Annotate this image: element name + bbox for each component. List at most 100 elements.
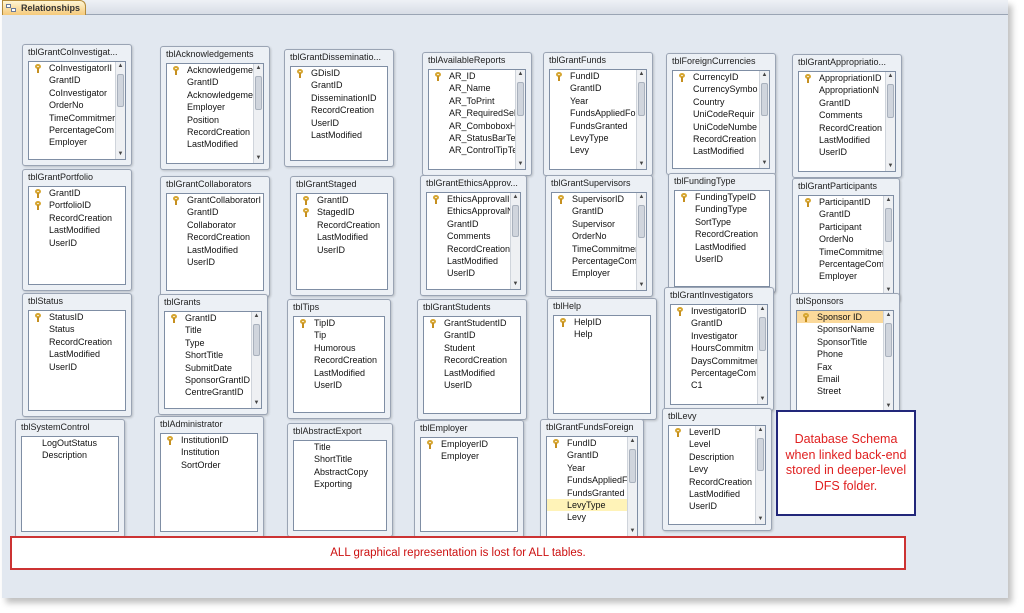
- field-row[interactable]: ShortTitle: [165, 349, 251, 361]
- field-row[interactable]: Country: [673, 96, 759, 108]
- scroll-down-icon[interactable]: ▼: [252, 399, 261, 408]
- field-row[interactable]: StatusID: [29, 311, 125, 323]
- field-row[interactable]: OrderNo: [29, 99, 115, 111]
- field-row[interactable]: GrantID: [29, 74, 115, 86]
- field-row[interactable]: TimeCommitmer: [29, 112, 115, 124]
- table-tblfundingtype[interactable]: tblFundingType FundingTypeID FundingType So…: [668, 173, 776, 293]
- field-row[interactable]: UserID: [29, 237, 125, 249]
- field-row[interactable]: Acknowledgeme: [167, 64, 253, 76]
- field-row[interactable]: LastModified: [669, 488, 755, 500]
- scroll-up-icon[interactable]: ▲: [884, 196, 893, 205]
- vertical-scrollbar[interactable]: ▲ ▼: [883, 311, 893, 411]
- field-row[interactable]: AR_ToPrint: [429, 95, 515, 107]
- field-row[interactable]: Year: [547, 462, 627, 474]
- scroll-thumb[interactable]: [117, 74, 124, 107]
- vertical-scrollbar[interactable]: ▲ ▼: [636, 70, 646, 169]
- field-row[interactable]: CurrencyID: [673, 71, 759, 83]
- table-title[interactable]: tblTips: [288, 300, 390, 316]
- scroll-up-icon[interactable]: ▲: [516, 70, 525, 79]
- field-row[interactable]: C1: [671, 379, 757, 391]
- table-title[interactable]: tblGrantFunds: [544, 53, 652, 69]
- field-row[interactable]: LevyType: [550, 132, 636, 144]
- field-row[interactable]: GrantID: [799, 97, 885, 109]
- field-row[interactable]: FundingTypeID: [675, 191, 769, 203]
- field-row[interactable]: OrderNo: [552, 230, 636, 242]
- field-row[interactable]: CentreGrantID: [165, 386, 251, 398]
- field-row[interactable]: Comments: [427, 230, 510, 242]
- field-row[interactable]: GrantID: [550, 82, 636, 94]
- scroll-down-icon[interactable]: ▼: [760, 159, 769, 168]
- field-row[interactable]: UserID: [297, 244, 387, 256]
- field-row[interactable]: AR_RequiredSel: [429, 107, 515, 119]
- field-row[interactable]: GrantID: [552, 205, 636, 217]
- scroll-thumb[interactable]: [885, 323, 892, 357]
- field-row[interactable]: FundsAppliedF: [547, 474, 627, 486]
- field-list[interactable]: SupervisorID GrantID Supervisor OrderNo Time…: [551, 192, 647, 291]
- field-row[interactable]: Employer: [29, 136, 115, 148]
- relationships-tab[interactable]: Relationships: [2, 0, 86, 15]
- field-row[interactable]: RecordCreation: [29, 212, 125, 224]
- field-list[interactable]: GDisID GrantID DisseminationID RecordCreati…: [290, 66, 388, 161]
- table-title[interactable]: tblAdministrator: [155, 417, 263, 433]
- field-row[interactable]: RecordCreation: [424, 354, 520, 366]
- field-row[interactable]: CoInvestigator: [29, 87, 115, 99]
- scroll-up-icon[interactable]: ▲: [254, 64, 263, 73]
- field-row[interactable]: Help: [554, 328, 650, 340]
- table-tblemployer[interactable]: tblEmployer EmployerID Employer: [414, 420, 524, 538]
- table-title[interactable]: tblGrantAppropriatio...: [793, 55, 901, 71]
- table-title[interactable]: tblGrantStaged: [291, 177, 393, 193]
- field-row[interactable]: Tip: [294, 329, 384, 341]
- field-row[interactable]: TimeCommitmer: [552, 243, 636, 255]
- field-row[interactable]: EthicsApprovalI: [427, 193, 510, 205]
- table-title[interactable]: tblGrantCoInvestigat...: [23, 45, 131, 61]
- field-row[interactable]: Phone: [797, 348, 883, 360]
- field-row[interactable]: CurrencySymbo: [673, 83, 759, 95]
- field-row[interactable]: Institution: [161, 446, 257, 458]
- field-row[interactable]: AbstractCopy: [294, 466, 386, 478]
- field-row[interactable]: Street: [797, 385, 883, 397]
- field-row[interactable]: LastModified: [424, 367, 520, 379]
- field-row[interactable]: GrantID: [427, 218, 510, 230]
- field-row[interactable]: PercentageCom: [29, 124, 115, 136]
- field-row[interactable]: Participant: [799, 221, 883, 233]
- vertical-scrollbar[interactable]: ▲ ▼: [759, 71, 769, 168]
- field-row[interactable]: RecordCreation: [167, 231, 263, 243]
- table-tblgrantdisseminatio[interactable]: tblGrantDisseminatio... GDisID GrantID Diss…: [284, 49, 394, 167]
- field-row[interactable]: Humorous: [294, 342, 384, 354]
- field-row[interactable]: DaysCommitmer: [671, 355, 757, 367]
- field-row[interactable]: UserID: [167, 256, 263, 268]
- field-list[interactable]: TipID Tip Humorous RecordCreation LastModifi…: [293, 316, 385, 413]
- field-row[interactable]: Position: [167, 114, 253, 126]
- field-row[interactable]: Employer: [552, 267, 636, 279]
- scroll-up-icon[interactable]: ▲: [628, 437, 637, 446]
- field-row[interactable]: UserID: [675, 253, 769, 265]
- vertical-scrollbar[interactable]: ▲ ▼: [757, 305, 767, 404]
- field-list[interactable]: StatusID Status RecordCreation LastModified…: [28, 310, 126, 411]
- table-tblgrantstaged[interactable]: tblGrantStaged GrantID StagedID RecordCreat…: [290, 176, 394, 296]
- table-tblstatus[interactable]: tblStatus StatusID Status RecordCreation Las…: [22, 293, 132, 417]
- field-row[interactable]: ParticipantID: [799, 196, 883, 208]
- field-row[interactable]: SupervisorID: [552, 193, 636, 205]
- scroll-thumb[interactable]: [253, 324, 260, 357]
- field-row[interactable]: RecordCreation: [669, 476, 755, 488]
- field-row[interactable]: SponsorTitle: [797, 336, 883, 348]
- field-row[interactable]: Type: [165, 337, 251, 349]
- field-row[interactable]: AR_ComboboxH: [429, 120, 515, 132]
- field-row[interactable]: Year: [550, 95, 636, 107]
- field-list[interactable]: AppropriationID AppropriationN GrantID Comm…: [798, 71, 896, 172]
- field-row[interactable]: LastModified: [29, 348, 125, 360]
- scroll-down-icon[interactable]: ▼: [756, 515, 765, 524]
- field-row[interactable]: PortfolioID: [29, 199, 125, 211]
- field-row[interactable]: Employer: [799, 270, 883, 282]
- table-title[interactable]: tblLevy: [663, 409, 771, 425]
- scroll-thumb[interactable]: [887, 84, 894, 118]
- scroll-up-icon[interactable]: ▲: [252, 312, 261, 321]
- field-list[interactable]: FundID GrantID Year FundsAppliedFo FundsGran…: [549, 69, 647, 170]
- table-title[interactable]: tblGrantStudents: [418, 300, 526, 316]
- table-tblgrantportfolio[interactable]: tblGrantPortfolio GrantID PortfolioID Recor…: [22, 169, 132, 291]
- field-row[interactable]: PercentageCom: [552, 255, 636, 267]
- vertical-scrollbar[interactable]: ▲ ▼: [251, 312, 261, 408]
- field-row[interactable]: GrantID: [799, 208, 883, 220]
- table-title[interactable]: tblGrantInvestigators: [665, 288, 773, 304]
- field-row[interactable]: LastModified: [294, 367, 384, 379]
